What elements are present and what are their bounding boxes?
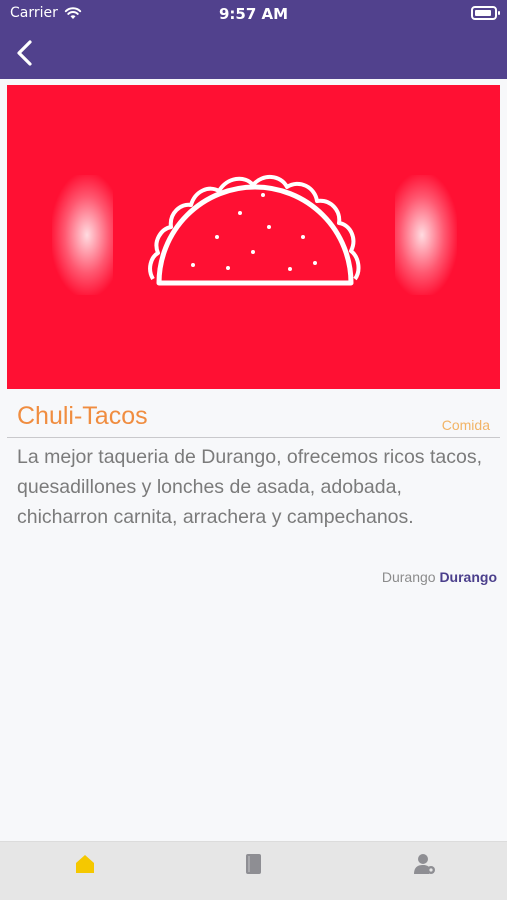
book-icon: [246, 854, 261, 874]
header-bar: Carrier 9:57 AM: [0, 0, 507, 79]
business-name: Chuli-Tacos: [17, 402, 148, 430]
chevron-left-icon: [17, 40, 32, 66]
business-image: [7, 85, 500, 389]
location-city: Durango: [381, 569, 436, 585]
business-description: La mejor taqueria de Durango, ofrecemos …: [17, 446, 482, 528]
tab-profile[interactable]: [413, 852, 437, 876]
battery-icon: [471, 6, 500, 20]
back-button[interactable]: [10, 36, 40, 70]
taco-icon: [148, 175, 361, 286]
tab-home[interactable]: [73, 852, 97, 876]
location-state: Durango: [439, 569, 497, 585]
tab-catalog[interactable]: [242, 852, 266, 876]
user-settings-icon: [414, 854, 435, 874]
status-bar: Carrier 9:57 AM: [0, 0, 507, 28]
image-glow-left: [52, 175, 122, 295]
image-glow-right: [387, 175, 457, 295]
business-category: Comida: [441, 417, 490, 433]
tab-bar: [0, 841, 507, 900]
business-location: Durango Durango: [382, 569, 497, 585]
title-divider: [7, 437, 500, 438]
home-icon: [76, 855, 94, 873]
clock: 9:57 AM: [218, 5, 289, 23]
